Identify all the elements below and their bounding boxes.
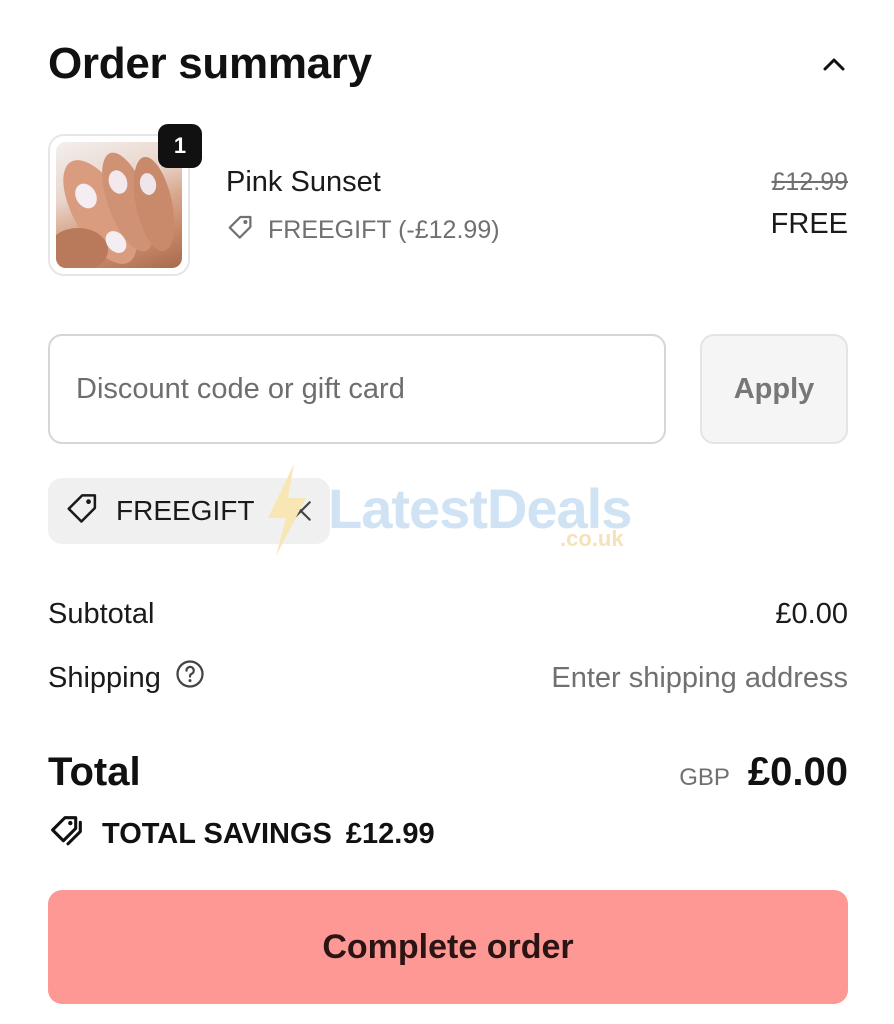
line-item: 1 Pink Sunset FREEGIFT (-£12.99) £12.99 … xyxy=(48,124,848,280)
order-summary-header: Order summary xyxy=(48,36,848,92)
page-title: Order summary xyxy=(48,39,372,88)
item-price: FREE xyxy=(770,208,848,240)
tag-icon xyxy=(226,212,256,249)
chevron-up-icon[interactable] xyxy=(820,50,848,78)
quantity-badge: 1 xyxy=(158,124,202,168)
subtotal-value: £0.00 xyxy=(775,597,848,630)
currency-code: GBP xyxy=(679,763,730,791)
shipping-label: Shipping xyxy=(48,661,161,694)
total-label: Total xyxy=(48,749,141,794)
original-price: £12.99 xyxy=(771,168,848,196)
total-value: £0.00 xyxy=(747,749,848,794)
watermark-subtext: .co.uk xyxy=(560,526,624,551)
subtotal-label: Subtotal xyxy=(48,597,155,630)
help-icon[interactable] xyxy=(175,659,205,697)
complete-order-button[interactable]: Complete order xyxy=(48,890,848,1004)
shipping-value: Enter shipping address xyxy=(551,661,848,694)
apply-button[interactable]: Apply xyxy=(700,334,848,444)
applied-discount-chip: FREEGIFT xyxy=(48,478,330,544)
applied-code-label: FREEGIFT xyxy=(116,495,255,526)
shipping-row: Shipping Enter shipping address xyxy=(48,656,848,700)
total-row: Total GBP £0.00 xyxy=(48,742,848,802)
subtotal-row: Subtotal £0.00 xyxy=(48,594,848,634)
remove-discount-icon[interactable] xyxy=(288,498,314,524)
product-name: Pink Sunset xyxy=(226,166,381,198)
total-savings: TOTAL SAVINGS £12.99 xyxy=(48,812,435,856)
item-discount: FREEGIFT (-£12.99) xyxy=(226,212,500,249)
shipping-label-group: Shipping xyxy=(48,659,205,697)
discount-code-input[interactable] xyxy=(48,334,666,444)
watermark-text: LatestDeals xyxy=(328,477,632,540)
savings-tags-icon xyxy=(48,810,88,858)
total-amount: GBP £0.00 xyxy=(679,750,848,795)
item-discount-code: FREEGIFT (-£12.99) xyxy=(268,216,500,244)
savings-value: £12.99 xyxy=(345,817,435,850)
tag-icon xyxy=(64,489,102,534)
savings-label: TOTAL SAVINGS xyxy=(102,817,332,850)
